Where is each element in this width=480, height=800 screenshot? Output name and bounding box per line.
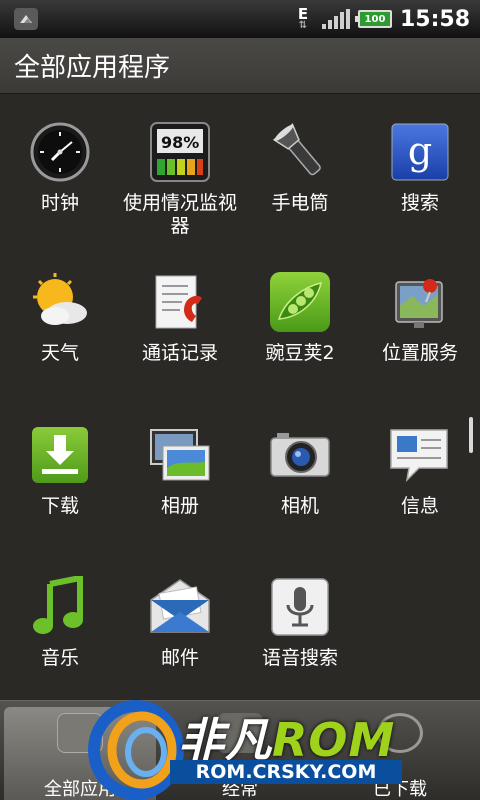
app-download[interactable]: 下载 [0, 399, 120, 549]
clock-icon [28, 120, 92, 184]
app-search[interactable]: g 搜索 [360, 96, 480, 246]
app-label: 下载 [40, 495, 79, 517]
network-type-icon: E ⇅ [297, 5, 309, 31]
app-mail[interactable]: 邮件 [120, 551, 240, 701]
voice-search-icon [268, 575, 332, 639]
flashlight-icon [268, 120, 332, 184]
wandoujia-icon [268, 270, 332, 334]
app-label: 语音搜索 [261, 647, 338, 669]
app-music[interactable]: 音乐 [0, 551, 120, 701]
app-label: 豌豆荚2 [265, 342, 335, 364]
mail-icon [148, 575, 212, 639]
weather-icon [28, 270, 92, 334]
app-wandoujia[interactable]: 豌豆荚2 [240, 246, 360, 396]
clock-time: 15:58 [399, 6, 470, 32]
app-label: 天气 [40, 342, 79, 364]
messages-icon [388, 423, 452, 487]
app-label: 位置服务 [381, 342, 458, 364]
call-log-icon [148, 270, 212, 334]
app-label: 手电筒 [271, 192, 329, 214]
app-label: 音乐 [40, 647, 79, 669]
bottom-tab-bar: 全部应用 经常 已下载 [0, 700, 480, 800]
music-icon [28, 575, 92, 639]
app-clock[interactable]: 时钟 [0, 96, 120, 246]
app-location-service[interactable]: 位置服务 [360, 246, 480, 396]
scrollbar-thumb[interactable] [469, 417, 473, 453]
google-search-icon: g [388, 120, 452, 184]
app-label: 相册 [160, 495, 199, 517]
status-bar: E ⇅ 100 15:58 [0, 0, 480, 38]
tab-downloaded[interactable]: 已下载 [324, 707, 476, 800]
app-flashlight[interactable]: 手电筒 [240, 96, 360, 246]
app-label: 邮件 [160, 647, 199, 669]
battery-icon: 100 [354, 10, 392, 28]
download-icon [28, 423, 92, 487]
frequent-icon [217, 713, 263, 753]
app-voice-search[interactable]: 语音搜索 [240, 551, 360, 701]
app-camera[interactable]: 相机 [240, 399, 360, 549]
tab-label: 经常 [222, 779, 258, 800]
app-grid: 时钟 98% 使用情况监视器 手电筒 g 搜索 天气 通话记录 豌豆荚2 位置服… [0, 96, 480, 700]
app-gallery[interactable]: 相册 [120, 399, 240, 549]
app-call-log[interactable]: 通话记录 [120, 246, 240, 396]
usage-monitor-icon: 98% [148, 120, 212, 184]
app-label: 时钟 [40, 192, 79, 214]
tab-label: 已下载 [373, 779, 427, 800]
downloaded-icon [377, 713, 423, 753]
all-apps-icon [57, 713, 103, 753]
app-label: 搜索 [400, 192, 439, 214]
app-label: 通话记录 [141, 342, 218, 364]
app-label: 信息 [400, 495, 439, 517]
gallery-icon [148, 423, 212, 487]
tab-label: 全部应用 [44, 779, 116, 800]
notification-icon[interactable] [14, 8, 38, 30]
signal-strength-icon [321, 9, 350, 29]
camera-icon [268, 423, 332, 487]
google-g-glyph: g [408, 129, 432, 173]
app-weather[interactable]: 天气 [0, 246, 120, 396]
app-messages[interactable]: 信息 [360, 399, 480, 549]
app-usage-monitor[interactable]: 98% 使用情况监视器 [120, 96, 240, 246]
app-label: 使用情况监视器 [122, 192, 237, 237]
location-service-icon [388, 270, 452, 334]
title-bar: 全部应用程序 [0, 38, 480, 94]
page-title: 全部应用程序 [14, 53, 171, 83]
tab-all-apps[interactable]: 全部应用 [4, 707, 156, 800]
tab-frequent[interactable]: 经常 [164, 707, 316, 800]
svg-text:98%: 98% [161, 133, 199, 152]
app-label: 相机 [280, 495, 319, 517]
